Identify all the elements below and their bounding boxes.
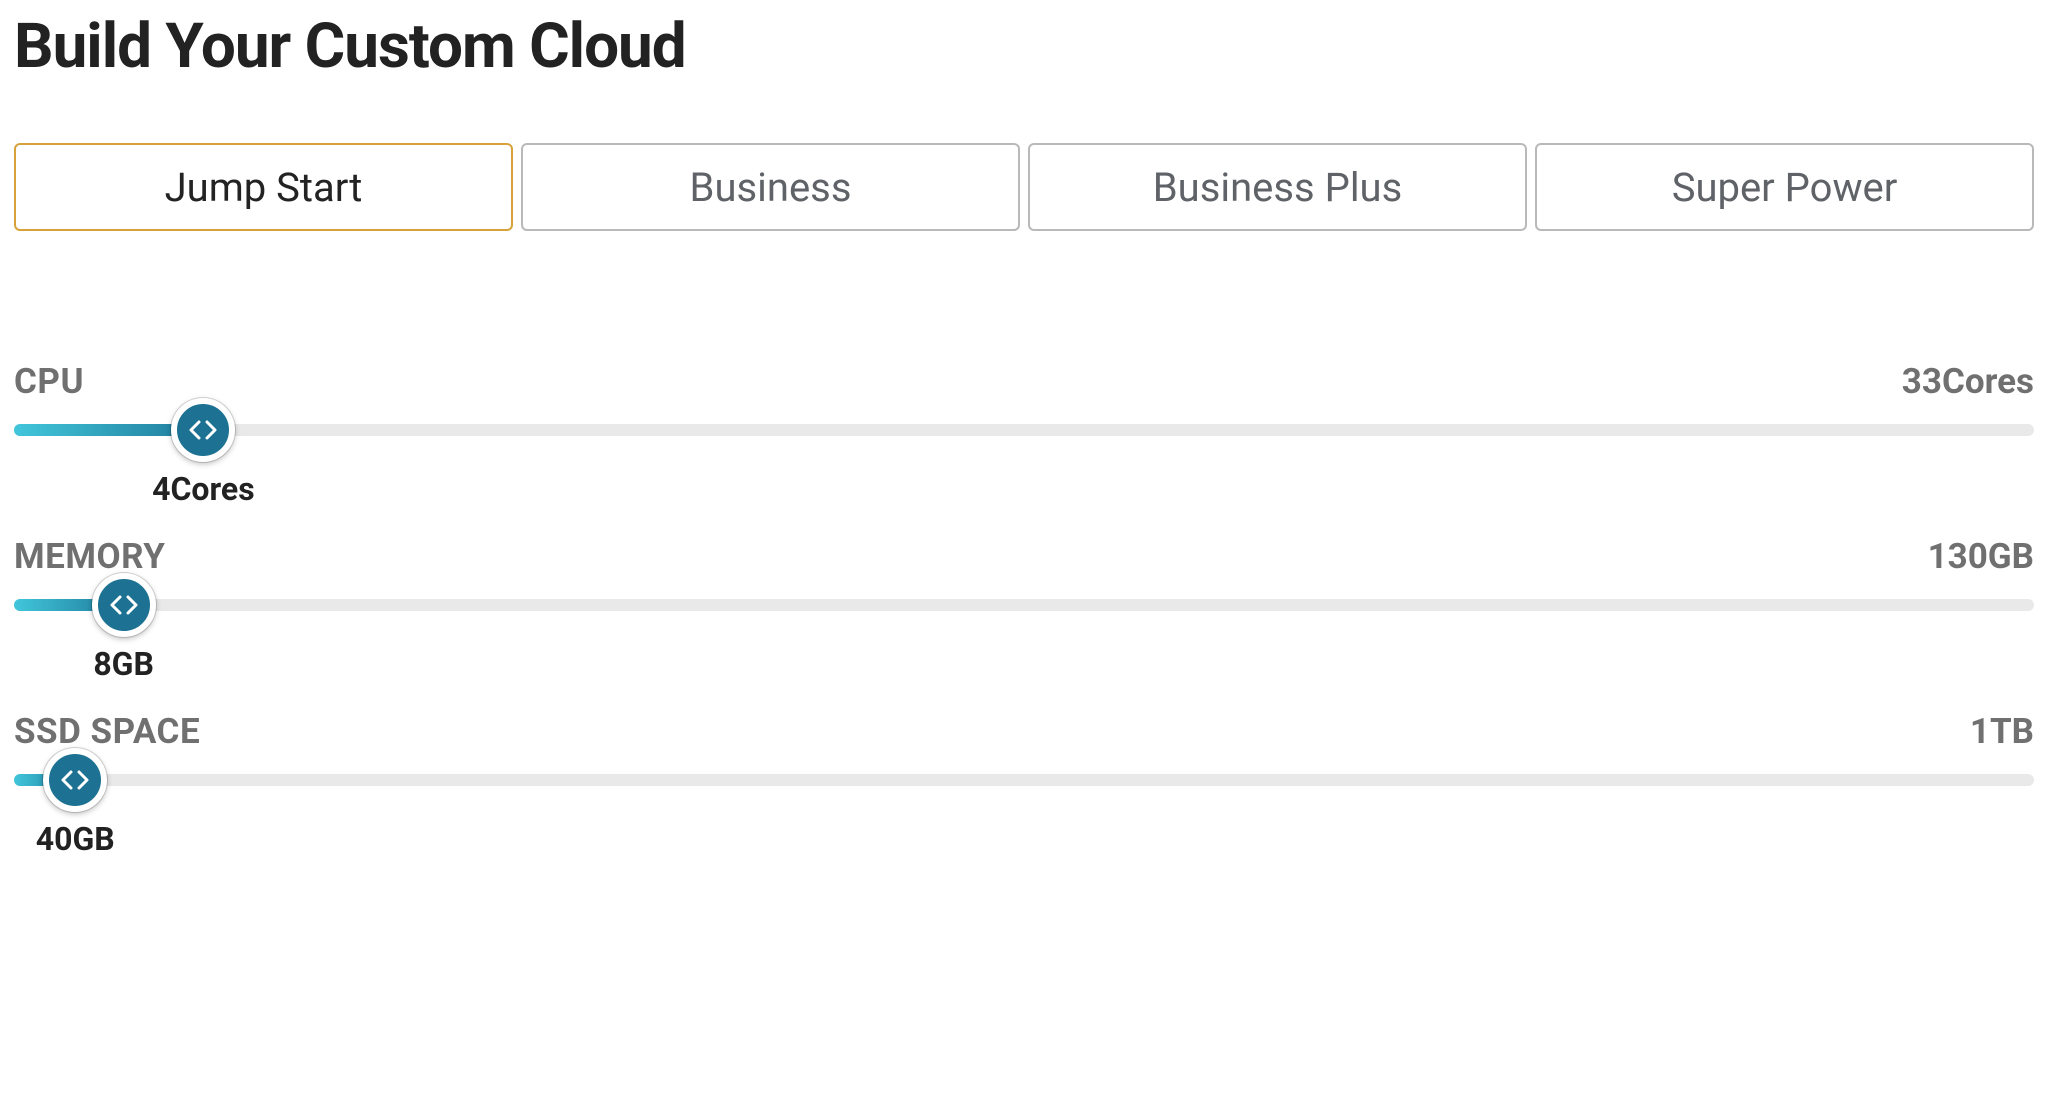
memory-thumb[interactable] <box>92 573 156 637</box>
cpu-slider-block: CPU 33Cores 4Cores <box>14 361 2034 436</box>
tab-super-power[interactable]: Super Power <box>1535 143 2034 231</box>
ssd-label: SSD SPACE <box>14 711 200 752</box>
ssd-track[interactable]: 40GB <box>14 774 2034 786</box>
plan-tabs: Jump Start Business Business Plus Super … <box>14 143 2034 231</box>
ssd-slider-block: SSD SPACE 1TB 40GB <box>14 711 2034 786</box>
memory-max: 130GB <box>1928 536 2034 577</box>
slider-handle-icon <box>60 770 90 790</box>
ssd-max: 1TB <box>1970 711 2034 752</box>
ssd-thumb[interactable] <box>43 748 107 812</box>
memory-slider-block: MEMORY 130GB 8GB <box>14 536 2034 611</box>
memory-track[interactable]: 8GB <box>14 599 2034 611</box>
cpu-thumb[interactable] <box>171 398 235 462</box>
slider-handle-icon <box>109 595 139 615</box>
tab-business[interactable]: Business <box>521 143 1020 231</box>
ssd-value: 40GB <box>36 820 115 858</box>
cpu-value: 4Cores <box>152 470 255 508</box>
slider-handle-icon <box>188 420 218 440</box>
cpu-track[interactable]: 4Cores <box>14 424 2034 436</box>
tab-jump-start[interactable]: Jump Start <box>14 143 513 231</box>
memory-value: 8GB <box>93 645 154 683</box>
tab-business-plus[interactable]: Business Plus <box>1028 143 1527 231</box>
cpu-label: CPU <box>14 361 84 402</box>
page-title: Build Your Custom Cloud <box>14 10 2034 83</box>
memory-label: MEMORY <box>14 536 165 577</box>
cpu-max: 33Cores <box>1902 361 2034 402</box>
